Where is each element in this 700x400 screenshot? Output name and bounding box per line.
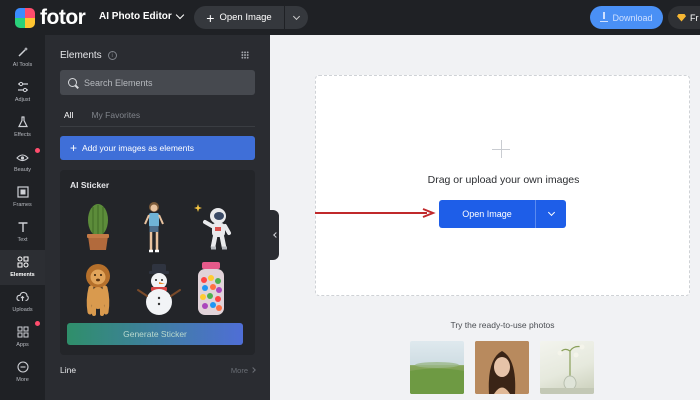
generate-sticker-button[interactable]: Generate Sticker bbox=[67, 323, 243, 345]
open-image-dropdown[interactable] bbox=[536, 200, 566, 228]
ai-sticker-card: AI Sticker Generate Sticker bbox=[60, 170, 255, 355]
rail-item-apps[interactable]: Apps bbox=[0, 320, 45, 355]
more-icon bbox=[16, 360, 30, 373]
line-section-title: Line bbox=[60, 365, 77, 375]
search-icon bbox=[68, 78, 77, 87]
sample-photo-portrait[interactable] bbox=[475, 341, 529, 394]
apps-icon bbox=[16, 325, 30, 338]
plus-icon: + bbox=[206, 9, 215, 26]
pro-label: Fr bbox=[690, 12, 699, 23]
logo-text: fotor bbox=[40, 6, 86, 29]
panel-tabs: All My Favorites bbox=[60, 110, 140, 127]
grid-view-icon[interactable] bbox=[241, 51, 249, 59]
more-link-label: More bbox=[230, 365, 248, 375]
rail-label: Effects bbox=[14, 132, 31, 138]
rail-item-more[interactable]: More bbox=[0, 355, 45, 390]
open-image-top-button: + Open Image bbox=[194, 6, 308, 29]
sample-photo-still-life[interactable] bbox=[540, 341, 594, 394]
sliders-icon bbox=[16, 80, 30, 93]
sticker-cactus[interactable] bbox=[82, 202, 114, 252]
rail-label: AI Tools bbox=[12, 62, 33, 68]
open-image-top-label: Open Image bbox=[219, 12, 272, 23]
shapes-icon bbox=[16, 255, 30, 268]
sticker-girl[interactable] bbox=[142, 200, 166, 254]
rail-label: Frames bbox=[13, 202, 32, 208]
elements-panel: Elements i All My Favorites + Add your i… bbox=[45, 35, 270, 400]
pro-button[interactable]: Fr bbox=[668, 6, 700, 29]
rail-label: Adjust bbox=[14, 97, 31, 103]
chevron-down-icon bbox=[292, 12, 301, 20]
rail-item-ai-tools[interactable]: AI Tools bbox=[0, 40, 45, 75]
ai-sticker-title: AI Sticker bbox=[70, 180, 110, 190]
editor-menu-label: AI Photo Editor bbox=[99, 11, 172, 22]
chevron-left-icon bbox=[272, 232, 279, 238]
open-image-top-main[interactable]: + Open Image bbox=[194, 6, 284, 29]
rail-item-frames[interactable]: Frames bbox=[0, 180, 45, 215]
download-button[interactable]: Download bbox=[590, 6, 663, 29]
diamond-icon bbox=[677, 13, 686, 22]
rail-label: More bbox=[16, 377, 29, 383]
open-image-top-dropdown[interactable] bbox=[285, 6, 308, 29]
generate-sticker-label: Generate Sticker bbox=[123, 329, 187, 339]
add-images-as-elements-button[interactable]: + Add your images as elements bbox=[60, 136, 255, 160]
add-images-label: Add your images as elements bbox=[82, 143, 194, 153]
rail-label: Elements bbox=[10, 272, 35, 278]
info-icon[interactable]: i bbox=[107, 51, 117, 60]
chevron-right-icon bbox=[250, 367, 256, 373]
sample-photo-landscape[interactable] bbox=[410, 341, 464, 394]
upload-drop-zone[interactable]: Drag or upload your own images Open Imag… bbox=[315, 75, 690, 296]
plus-icon: + bbox=[70, 141, 78, 155]
open-image-label: Open Image bbox=[462, 209, 512, 219]
cloud-upload-icon bbox=[16, 290, 30, 303]
rail-item-elements[interactable]: Elements bbox=[0, 250, 45, 285]
panel-collapse-handle[interactable] bbox=[270, 210, 279, 260]
canvas-area: Drag or upload your own images Open Imag… bbox=[270, 35, 700, 400]
open-image-button: Open Image bbox=[439, 200, 566, 228]
rail-item-beauty[interactable]: Beauty bbox=[0, 145, 45, 180]
frame-icon bbox=[16, 185, 30, 198]
line-section-header: Line More bbox=[60, 365, 256, 375]
ready-photos-label: Try the ready-to-use photos bbox=[450, 320, 555, 330]
download-label: Download bbox=[612, 12, 653, 23]
rail-label: Text bbox=[17, 237, 28, 243]
text-icon bbox=[16, 220, 30, 233]
plus-icon bbox=[492, 140, 510, 158]
red-arrow-icon bbox=[315, 208, 436, 218]
editor-menu[interactable]: AI Photo Editor bbox=[99, 10, 185, 22]
open-image-main[interactable]: Open Image bbox=[439, 200, 535, 228]
sticker-snowman[interactable] bbox=[136, 262, 182, 318]
sticker-astronaut[interactable] bbox=[192, 200, 232, 254]
drop-zone-text: Drag or upload your own images bbox=[427, 174, 580, 186]
eye-icon bbox=[16, 150, 30, 163]
search-input[interactable] bbox=[84, 77, 244, 88]
panel-title-text: Elements bbox=[60, 50, 102, 61]
rail-item-adjust[interactable]: Adjust bbox=[0, 75, 45, 110]
notification-dot bbox=[35, 321, 40, 326]
download-icon bbox=[600, 11, 609, 22]
tab-my-favorites[interactable]: My Favorites bbox=[91, 110, 140, 127]
search-box bbox=[60, 70, 255, 95]
more-link[interactable]: More bbox=[230, 365, 256, 375]
rail-label: Uploads bbox=[12, 307, 33, 313]
ai-tools-icon bbox=[16, 45, 30, 58]
rail-item-effects[interactable]: Effects bbox=[0, 110, 45, 145]
top-bar: fotor AI Photo Editor + Open Image Downl… bbox=[0, 0, 700, 35]
fotor-logo[interactable]: fotor bbox=[15, 6, 86, 29]
flask-icon bbox=[16, 115, 30, 128]
divider bbox=[60, 126, 255, 127]
tab-all[interactable]: All bbox=[60, 110, 78, 127]
rail-item-uploads[interactable]: Uploads bbox=[0, 285, 45, 320]
rail-label: Apps bbox=[16, 342, 29, 348]
left-rail: AI Tools Adjust Effects Beauty Frames Te… bbox=[0, 35, 45, 400]
fotor-logo-icon bbox=[15, 8, 35, 28]
notification-dot bbox=[35, 148, 40, 153]
chevron-down-icon bbox=[547, 208, 555, 217]
sticker-lion[interactable] bbox=[78, 262, 118, 318]
rail-item-text[interactable]: Text bbox=[0, 215, 45, 250]
rail-label: Beauty bbox=[13, 167, 32, 173]
panel-title: Elements i bbox=[60, 50, 117, 61]
chevron-down-icon bbox=[175, 10, 185, 20]
sticker-candy-jar[interactable] bbox=[192, 260, 230, 318]
